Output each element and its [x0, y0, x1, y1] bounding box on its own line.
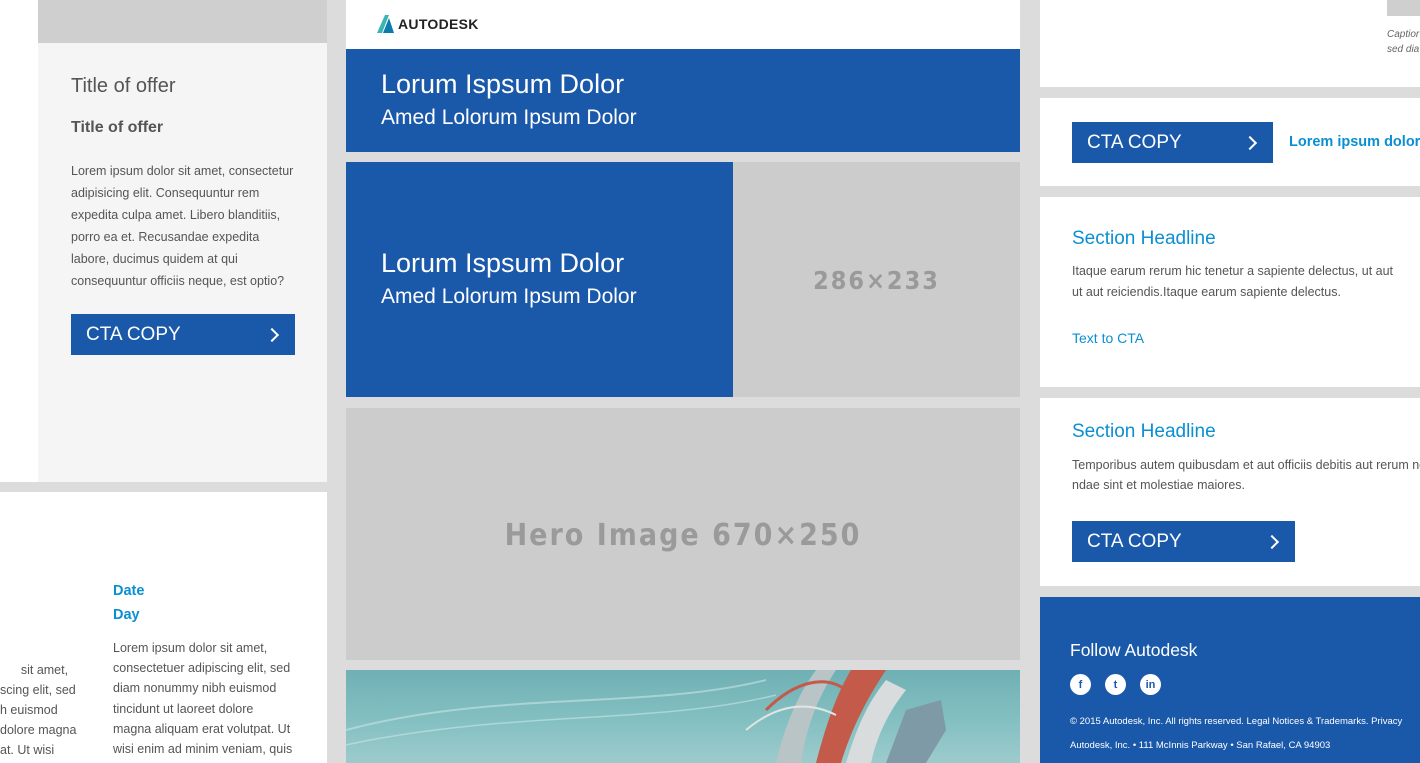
- offer-body: Lorem ipsum dolor sit amet, consectetur …: [71, 164, 294, 288]
- cta-label: CTA COPY: [1087, 131, 1182, 153]
- section-headline: Section Headline: [1072, 421, 1216, 442]
- split-banner-text: Lorum Ispsum Dolor Amed Lolorum Ipsum Do…: [346, 162, 733, 397]
- section-body-line-1: Temporibus autem quibusdam et aut offici…: [1072, 458, 1420, 472]
- caption-card: Captior sed dia: [1040, 0, 1420, 87]
- right-column: Captior sed dia CTA COPY Lorem ipsum dol…: [1040, 0, 1420, 763]
- logo-text: AUTODESK: [398, 16, 479, 32]
- cta-row-button[interactable]: CTA COPY: [1072, 122, 1273, 163]
- chevron-right-icon: [264, 327, 280, 342]
- event-partial-body: sit amet, scing elit, sed h euismod dolo…: [0, 640, 90, 763]
- section-cta-button[interactable]: CTA COPY: [1072, 521, 1295, 562]
- split-banner-image-placeholder: 286×233: [733, 162, 1020, 397]
- hero-placeholder-label: Hero Image 670×250: [504, 518, 862, 553]
- left-top-gray-bar: [38, 0, 327, 43]
- event-card: sit amet, scing elit, sed h euismod dolo…: [0, 492, 327, 763]
- autodesk-logo[interactable]: AUTODESK: [377, 15, 479, 33]
- offer-card: Title of offer Title of offer Lorem ipsu…: [38, 43, 327, 482]
- offer-cta-button[interactable]: CTA COPY: [71, 314, 295, 355]
- cta-label: CTA COPY: [86, 323, 181, 345]
- event-partial-text: sit amet, scing elit, sed h euismod dolo…: [0, 663, 77, 757]
- header-headline: Lorum Ispsum Dolor: [381, 69, 625, 99]
- twitter-icon[interactable]: t: [1105, 674, 1126, 695]
- facebook-icon[interactable]: f: [1070, 674, 1091, 695]
- abstract-sculpture-image: [346, 670, 946, 763]
- event-day: Day: [113, 607, 140, 623]
- cta-row-card: CTA COPY Lorem ipsum dolor: [1040, 98, 1420, 186]
- center-column: AUTODESK Lorum Ispsum Dolor Amed Lolorum…: [346, 0, 1020, 763]
- social-icons: f t in: [1070, 674, 1161, 695]
- autodesk-logo-icon: [377, 15, 394, 33]
- section-text-link[interactable]: Text to CTA: [1072, 330, 1144, 346]
- logo-header: AUTODESK: [346, 0, 1020, 49]
- section-headline: Section Headline: [1072, 228, 1216, 249]
- split-subheadline: Amed Lolorum Ipsum Dolor: [381, 285, 637, 308]
- section-card-2: Section Headline Temporibus autem quibus…: [1040, 398, 1420, 586]
- section-body-line-2: ndae sint et molestiae maiores.: [1072, 478, 1246, 492]
- cta-label: CTA COPY: [1087, 530, 1182, 552]
- header-banner: Lorum Ispsum Dolor Amed Lolorum Ipsum Do…: [346, 49, 1020, 152]
- footer: Follow Autodesk f t in © 2015 Autodesk, …: [1040, 597, 1420, 763]
- header-subheadline: Amed Lolorum Ipsum Dolor: [381, 106, 637, 129]
- footer-address: Autodesk, Inc. • 111 McInnis Parkway • S…: [1070, 740, 1331, 751]
- product-image: [346, 670, 1020, 763]
- hero-image-placeholder: Hero Image 670×250: [346, 408, 1020, 660]
- left-column: Title of offer Title of offer Lorem ipsu…: [0, 0, 327, 763]
- offer-subtitle: Title of offer: [71, 119, 164, 136]
- caption-image-edge: [1387, 0, 1420, 16]
- caption-partial: Captior sed dia: [1387, 29, 1420, 55]
- split-headline: Lorum Ispsum Dolor: [381, 248, 625, 278]
- offer-title: Title of offer: [71, 75, 176, 97]
- event-body: Lorem ipsum dolor sit amet, consectetuer…: [113, 641, 293, 757]
- chevron-right-icon: [1242, 135, 1258, 150]
- footer-title: Follow Autodesk: [1070, 640, 1198, 660]
- chevron-right-icon: [1264, 534, 1280, 549]
- section-card-1: Section Headline Itaque earum rerum hic …: [1040, 197, 1420, 387]
- linkedin-icon[interactable]: in: [1140, 674, 1161, 695]
- cta-row-link[interactable]: Lorem ipsum dolor: [1289, 134, 1420, 150]
- split-placeholder-label: 286×233: [813, 266, 940, 295]
- section-body: Itaque earum rerum hic tenetur a sapient…: [1072, 264, 1394, 299]
- footer-legal: © 2015 Autodesk, Inc. All rights reserve…: [1070, 716, 1403, 727]
- event-date: Date: [113, 583, 145, 599]
- left-white-strip: [0, 0, 38, 482]
